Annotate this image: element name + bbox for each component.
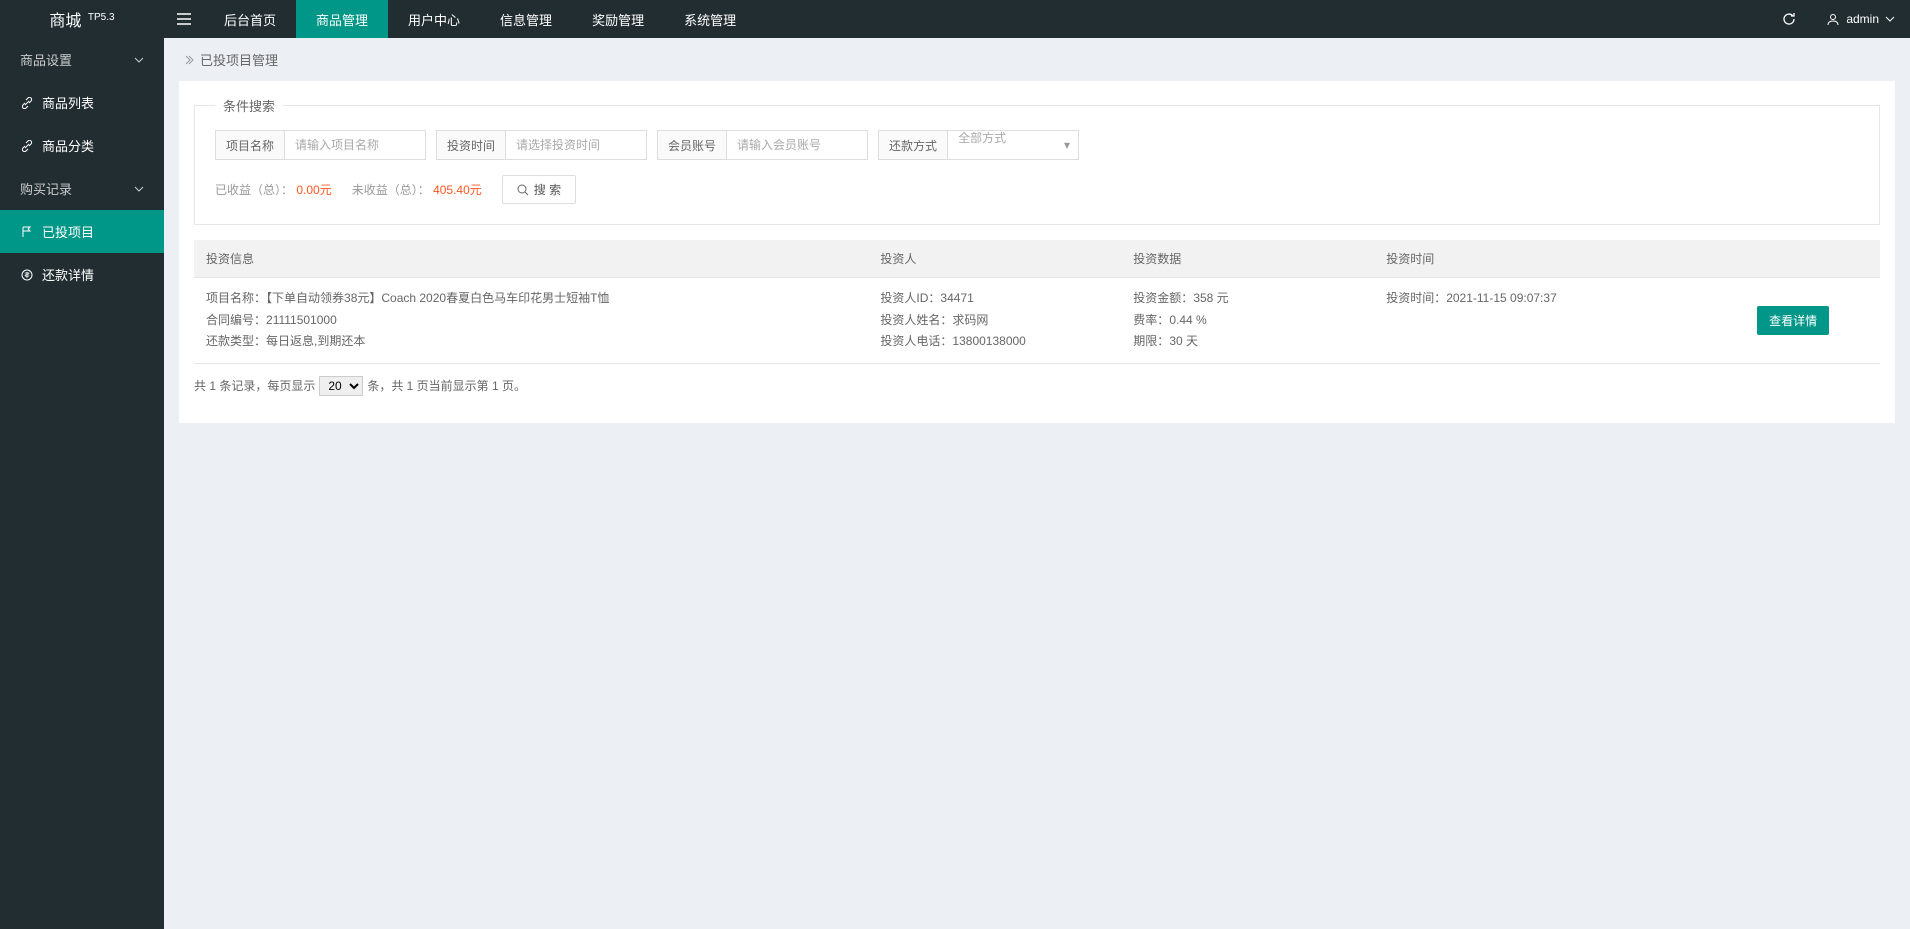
stat-unearned: 未收益（总）： 405.40元 xyxy=(352,181,482,198)
th-data: 投资数据 xyxy=(1121,240,1374,278)
page-size-select[interactable]: 20 xyxy=(319,376,363,396)
refresh-icon xyxy=(1782,12,1796,26)
sidebar-toggle[interactable] xyxy=(164,0,204,38)
logo: 商城 TP5.3 xyxy=(0,7,164,31)
stat-unearned-value: 405.40元 xyxy=(433,183,482,197)
link-icon xyxy=(20,139,34,153)
sidebar-group-product[interactable]: 商品设置 xyxy=(0,38,164,81)
stat-earned: 已收益（总）： 0.00元 xyxy=(215,181,332,198)
data-table: 投资信息 投资人 投资数据 投资时间 项目名称：【下单自动领券38元】Coach… xyxy=(194,240,1880,364)
breadcrumb: 已投项目管理 xyxy=(164,38,1910,81)
chevron-down-icon xyxy=(134,186,144,192)
pager-suffix: 条，共 1 页当前显示第 1 页。 xyxy=(367,377,526,394)
app-version: TP5.3 xyxy=(88,12,115,23)
cell-action: 查看详情 xyxy=(1745,278,1880,364)
app-name: 商城 xyxy=(49,13,81,30)
search-legend: 条件搜索 xyxy=(215,96,283,115)
th-time: 投资时间 xyxy=(1374,240,1745,278)
flag-icon xyxy=(20,225,34,239)
pager-prefix: 共 1 条记录，每页显示 xyxy=(194,377,315,394)
nav-user[interactable]: 用户中心 xyxy=(388,0,480,38)
sidebar-item-product-list[interactable]: 商品列表 xyxy=(0,81,164,124)
sidebar-group-label: 商品设置 xyxy=(20,50,72,69)
refresh-button[interactable] xyxy=(1767,0,1811,38)
nav-reward[interactable]: 奖励管理 xyxy=(572,0,664,38)
search-row: 项目名称 投资时间 会员账号 还款方式 xyxy=(215,130,1859,160)
stat-earned-value: 0.00元 xyxy=(296,183,331,197)
project-name-input[interactable] xyxy=(285,131,425,159)
link-icon xyxy=(20,96,34,110)
sidebar-item-invested[interactable]: 已投项目 xyxy=(0,210,164,253)
invest-time-input[interactable] xyxy=(506,131,646,159)
sidebar-item-product-category[interactable]: 商品分类 xyxy=(0,124,164,167)
chevron-down-icon xyxy=(1885,16,1895,22)
cell-info: 项目名称：【下单自动领券38元】Coach 2020春夏白色马车印花男士短袖T恤… xyxy=(194,278,868,364)
cell-investor: 投资人ID：34471 投资人姓名：求码网 投资人电话：13800138000 xyxy=(868,278,1121,364)
repay-type-select[interactable]: 全部方式 xyxy=(948,131,1078,145)
member-account-input[interactable] xyxy=(727,131,867,159)
th-action xyxy=(1745,240,1880,278)
page-title: 已投项目管理 xyxy=(200,50,278,69)
input-label: 项目名称 xyxy=(216,131,285,159)
content-panel: 条件搜索 项目名称 投资时间 会员账号 还款方式 xyxy=(179,81,1895,423)
sidebar-item-repay[interactable]: 还款详情 xyxy=(0,253,164,296)
menu-icon xyxy=(177,12,191,26)
chevron-down-icon xyxy=(134,57,144,63)
stats-row: 已收益（总）： 0.00元 未收益（总）： 405.40元 搜 索 xyxy=(215,175,1859,204)
nav-system[interactable]: 系统管理 xyxy=(664,0,756,38)
user-name: admin xyxy=(1846,12,1879,26)
sidebar-item-label: 商品分类 xyxy=(42,136,94,155)
view-detail-button[interactable]: 查看详情 xyxy=(1757,306,1829,335)
main: 已投项目管理 条件搜索 项目名称 投资时间 会员账号 xyxy=(164,38,1910,929)
top-nav: 后台首页 商品管理 用户中心 信息管理 奖励管理 系统管理 xyxy=(204,0,756,38)
input-group-time: 投资时间 xyxy=(436,130,647,160)
input-label: 会员账号 xyxy=(658,131,727,159)
nav-info[interactable]: 信息管理 xyxy=(480,0,572,38)
input-label: 还款方式 xyxy=(879,131,948,159)
th-investor: 投资人 xyxy=(868,240,1121,278)
input-group-repay: 还款方式 全部方式 xyxy=(878,130,1079,160)
cell-data: 投资金额：358 元 费率：0.44 % 期限：30 天 xyxy=(1121,278,1374,364)
header: 商城 TP5.3 后台首页 商品管理 用户中心 信息管理 奖励管理 系统管理 a… xyxy=(0,0,1910,38)
input-label: 投资时间 xyxy=(437,131,506,159)
nav-home[interactable]: 后台首页 xyxy=(204,0,296,38)
cell-time: 投资时间：2021-11-15 09:07:37 xyxy=(1374,278,1745,364)
input-group-account: 会员账号 xyxy=(657,130,868,160)
header-right: admin xyxy=(1767,0,1910,38)
sidebar-item-label: 已投项目 xyxy=(42,222,94,241)
user-icon xyxy=(1826,12,1840,26)
sidebar-item-label: 还款详情 xyxy=(42,265,94,284)
search-fieldset: 条件搜索 项目名称 投资时间 会员账号 还款方式 xyxy=(194,96,1880,225)
sidebar-group-label: 购买记录 xyxy=(20,179,72,198)
th-info: 投资信息 xyxy=(194,240,868,278)
user-menu[interactable]: admin xyxy=(1811,0,1910,38)
sidebar-item-label: 商品列表 xyxy=(42,93,94,112)
pager: 共 1 条记录，每页显示 20 条，共 1 页当前显示第 1 页。 xyxy=(194,364,1880,408)
sidebar: 商品设置 商品列表 商品分类 购买记录 已投项目 xyxy=(0,38,164,929)
dollar-icon xyxy=(20,268,34,282)
input-group-name: 项目名称 xyxy=(215,130,426,160)
search-button[interactable]: 搜 索 xyxy=(502,175,576,204)
table-header-row: 投资信息 投资人 投资数据 投资时间 xyxy=(194,240,1880,278)
search-icon xyxy=(517,184,529,196)
table-row: 项目名称：【下单自动领券38元】Coach 2020春夏白色马车印花男士短袖T恤… xyxy=(194,278,1880,364)
sidebar-group-purchase[interactable]: 购买记录 xyxy=(0,167,164,210)
chevron-right-icon xyxy=(184,55,194,65)
nav-product[interactable]: 商品管理 xyxy=(296,0,388,38)
